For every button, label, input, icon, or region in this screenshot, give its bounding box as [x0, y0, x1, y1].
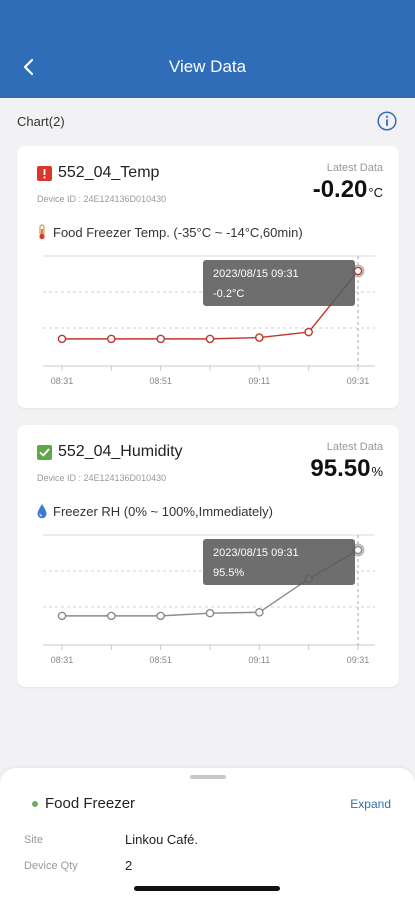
latest-data-value: -0.20°C [312, 176, 383, 203]
x-tick-label: 08:31 [51, 376, 74, 386]
sensor-row: Food Freezer Temp. (-35°C ~ -14°C,60min) [35, 224, 303, 240]
device-card-temp[interactable]: 552_04_Temp Device ID : 24E124136D010430… [17, 146, 399, 408]
temperature-chart[interactable]: 08:31 08:51 09:11 09:31 2023/08/15 09:31 -0.2… [17, 246, 399, 396]
data-point [57, 334, 67, 344]
tooltip: 2023/08/15 09:31 95.5% [203, 539, 355, 585]
check-icon [37, 445, 52, 460]
tooltip-value: -0.2°C [213, 288, 244, 300]
x-tick-label: 09:11 [248, 655, 270, 665]
x-tick-label: 08:31 [51, 655, 74, 665]
x-tick-label: 08:51 [149, 376, 172, 386]
tooltip-time: 2023/08/15 09:31 [213, 547, 299, 559]
sensor-label: Food Freezer Temp. (-35°C ~ -14°C,60min) [53, 224, 303, 240]
data-point [205, 334, 215, 344]
data-point [156, 611, 165, 621]
x-tick-label: 09:31 [347, 376, 370, 386]
page-title: View Data [168, 57, 247, 76]
humidity-chart[interactable]: 08:31 08:51 09:11 09:31 2023/08/15 09:31 95.5… [17, 525, 399, 675]
thermometer-icon [39, 224, 45, 240]
latest-data-unit: °C [368, 185, 383, 200]
data-point [205, 608, 215, 618]
alert-icon [37, 166, 52, 181]
device-qty-value: 2 [125, 858, 133, 873]
sheet-drag-handle[interactable] [190, 775, 226, 779]
data-point [353, 545, 363, 555]
latest-data-label: Latest Data [326, 162, 383, 174]
tooltip: 2023/08/15 09:31 -0.2°C [203, 260, 355, 306]
site-label: Site [24, 834, 43, 846]
device-id: Device ID : 24E124136D010430 [37, 194, 167, 204]
device-name: 552_04_Temp [58, 164, 160, 181]
latest-data-label: Latest Data [326, 441, 383, 453]
device-id: Device ID : 24E124136D010430 [37, 473, 167, 483]
device-name: 552_04_Humidity [58, 443, 183, 460]
app-header: View Data [0, 0, 415, 98]
chart-count-label: Chart(2) [17, 114, 65, 129]
data-point [107, 334, 116, 344]
data-point [156, 334, 165, 344]
x-tick-label: 09:11 [248, 376, 270, 386]
data-point [353, 266, 363, 276]
tooltip-time: 2023/08/15 09:31 [213, 268, 299, 280]
home-indicator [134, 886, 280, 891]
device-qty-label: Device Qty [24, 860, 78, 872]
water-drop-icon [37, 504, 47, 519]
data-point [255, 608, 264, 617]
site-value: Linkou Café. [125, 832, 198, 847]
data-point [107, 611, 116, 621]
expand-button[interactable]: Expand [350, 797, 391, 811]
latest-data-unit: % [371, 464, 383, 479]
info-icon[interactable] [377, 111, 397, 131]
sensor-row: Freezer RH (0% ~ 100%,Immediately) [35, 503, 273, 519]
x-tick-label: 09:31 [347, 655, 370, 665]
data-point [304, 327, 313, 337]
group-status-dot [32, 801, 38, 807]
device-card-humidity[interactable]: 552_04_Humidity Device ID : 24E124136D01… [17, 425, 399, 687]
data-point [57, 611, 67, 621]
tooltip-value: 95.5% [213, 567, 244, 579]
data-point [255, 333, 264, 342]
x-tick-label: 08:51 [149, 655, 172, 665]
group-bottom-sheet[interactable]: Food Freezer Expand Site Linkou Café. De… [0, 768, 415, 900]
latest-data-value: 95.50% [310, 455, 383, 482]
group-name: Food Freezer [45, 795, 136, 812]
sensor-label: Freezer RH (0% ~ 100%,Immediately) [53, 503, 273, 519]
